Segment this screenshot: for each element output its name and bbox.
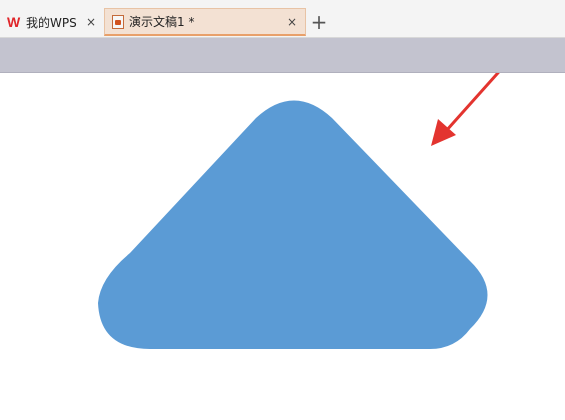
tab-my-wps[interactable]: W 我的WPS × xyxy=(0,8,104,36)
tab-presentation-1[interactable]: 演示文稿1 * × xyxy=(104,8,306,36)
red-arrow-annotation xyxy=(431,73,500,146)
tab-label: 我的WPS xyxy=(26,15,77,30)
presentation-doc-icon xyxy=(112,14,124,29)
close-icon[interactable]: × xyxy=(84,15,98,29)
tab-bar: W 我的WPS × 演示文稿1 * × + xyxy=(0,0,565,38)
new-tab-button[interactable]: + xyxy=(310,12,328,32)
wps-logo-icon: W xyxy=(7,14,21,30)
close-icon[interactable]: × xyxy=(285,15,299,29)
rounded-triangle-shape[interactable] xyxy=(98,100,488,350)
slide-svg xyxy=(98,73,500,350)
slide-canvas[interactable] xyxy=(0,73,565,420)
tab-label: 演示文稿1 * xyxy=(129,15,195,29)
toolbar-strip xyxy=(0,38,565,73)
